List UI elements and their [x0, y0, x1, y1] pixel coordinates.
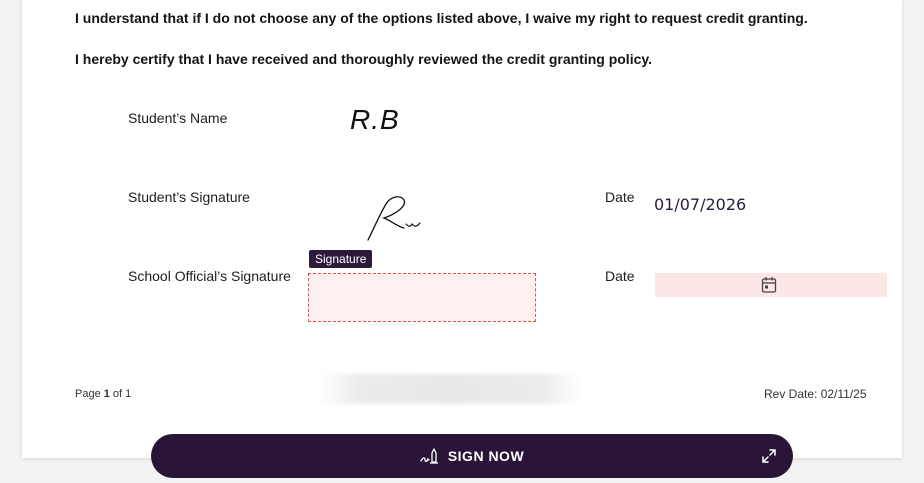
- signature-field-tag: Signature: [309, 250, 373, 268]
- page-total: 1: [125, 388, 132, 400]
- expand-icon[interactable]: [761, 448, 777, 464]
- document-page: I understand that if I do not choose any…: [22, 0, 902, 458]
- certify-statement: I hereby certify that I have received an…: [75, 51, 653, 67]
- page-indicator: Page 1 of 1: [75, 388, 131, 400]
- official-signature-label: School Official’s Signature: [128, 268, 291, 284]
- official-signature-field[interactable]: [308, 273, 536, 322]
- student-signature-label: Student’s Signature: [128, 189, 250, 205]
- page-prefix: Page: [75, 388, 104, 400]
- student-date-value[interactable]: 01/07/2026: [654, 195, 746, 214]
- student-name-label: Student’s Name: [128, 110, 228, 126]
- sign-now-label: SIGN NOW: [447, 448, 525, 464]
- calendar-icon[interactable]: [761, 276, 777, 294]
- student-date-label: Date: [605, 189, 635, 205]
- rev-date: Rev Date: 02/11/25: [764, 387, 867, 401]
- pen-signature-icon: [420, 448, 438, 464]
- student-signature-image[interactable]: [360, 190, 424, 246]
- page-of: of: [109, 388, 126, 400]
- blurred-footer-text: [318, 374, 582, 404]
- sign-now-button[interactable]: SIGN NOW: [151, 434, 793, 478]
- student-name-value[interactable]: R.B: [350, 104, 400, 136]
- official-date-field[interactable]: [655, 273, 887, 297]
- waiver-statement: I understand that if I do not choose any…: [75, 10, 808, 26]
- official-date-label: Date: [605, 268, 635, 284]
